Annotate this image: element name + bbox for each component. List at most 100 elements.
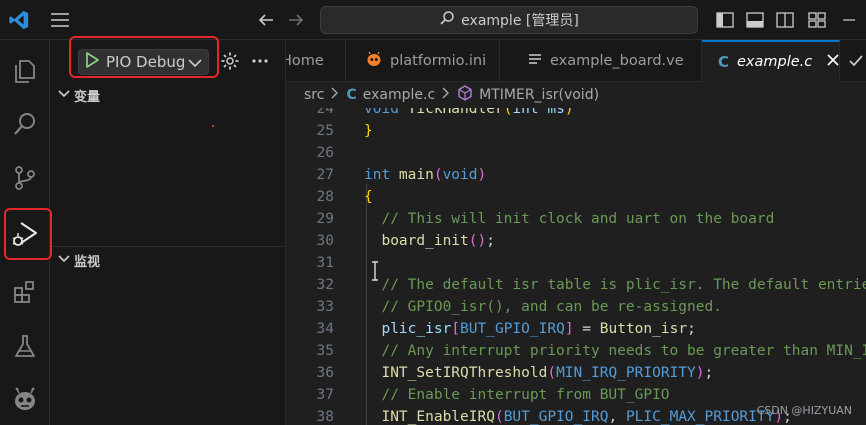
line-number: 33 [316, 299, 334, 315]
code-line[interactable]: 29 // This will init clock and uart on t… [286, 208, 866, 230]
breadcrumb-file[interactable]: example.c [363, 87, 435, 103]
back-arrow-icon[interactable] [254, 8, 278, 32]
open-launch-json-gear-icon[interactable] [220, 51, 240, 75]
code-text: // This will init clock and uart on the … [364, 208, 774, 230]
code-token: int [364, 167, 399, 183]
watch-section-title: 监视 [74, 254, 101, 270]
toggle-secondary-sidebar-icon[interactable] [774, 8, 796, 32]
explorer-icon[interactable] [0, 46, 50, 94]
code-token: } [364, 123, 373, 139]
variables-section-title: 变量 [74, 89, 101, 105]
code-token: MIN_IRQ_PRIORITY [556, 365, 696, 381]
toggle-sidebar-icon[interactable] [714, 8, 736, 32]
function-cube-icon [457, 85, 473, 105]
code-text: // The default isr table is plic_isr. Th… [364, 274, 866, 296]
code-token: ; [687, 321, 696, 337]
red-dot-marker [212, 125, 214, 127]
code-token: board_init [381, 233, 469, 249]
code-line[interactable]: 37 // Enable interrupt from BUT_GPIO [286, 384, 866, 406]
code-line[interactable]: 25} [286, 120, 866, 142]
code-text: // Any interrupt priority needs to be gr… [364, 340, 866, 362]
run-and-debug-icon[interactable] [0, 210, 50, 258]
code-line[interactable]: 28 { [286, 186, 866, 208]
tab-home[interactable]: Home [286, 40, 346, 82]
code-text: INT_EnableIRQ(BUT_GPIO_IRQ, PLIC_MAX_PRI… [364, 406, 791, 425]
code-line[interactable]: 31 [286, 252, 866, 274]
variables-section-header[interactable]: 变量 [50, 84, 286, 106]
debug-config-dropdown[interactable]: PIO Debug [78, 49, 209, 75]
tab-example-c-label: example.c [737, 54, 813, 70]
search-icon[interactable] [0, 100, 50, 148]
code-text: } [364, 120, 373, 142]
title-bar: example [管理员] [0, 0, 866, 40]
code-line[interactable]: 33 // GPIO0_isr(), and can be re-assigne… [286, 296, 866, 318]
breadcrumb-folder[interactable]: src [304, 87, 324, 103]
start-debugging-icon[interactable] [82, 50, 102, 74]
line-number: 28 [316, 189, 334, 205]
code-line[interactable]: 24 void TickHandler(int ms) [286, 108, 866, 120]
tab-platformio-ini[interactable]: platformio.ini [348, 40, 500, 82]
line-number: 24 [316, 108, 334, 117]
close-tab-icon[interactable] [826, 53, 839, 71]
code-token: ) [564, 108, 574, 117]
code-text: // GPIO0_isr(), and can be re-assigned. [364, 296, 721, 318]
code-token: plic_isr [381, 321, 452, 337]
code-token: ) [477, 167, 487, 183]
checkmark-icon[interactable] [848, 53, 864, 73]
text-file-icon [528, 52, 542, 70]
platformio-alien-icon [366, 51, 382, 71]
code-token: // This will init clock and uart on the … [364, 211, 775, 227]
code-token: BUT_GPIO_IRQ [503, 409, 609, 425]
code-text: int main(void) [364, 164, 486, 186]
watch-section-header[interactable]: 监视 [50, 249, 286, 271]
line-number: 31 [316, 255, 334, 271]
line-number: 25 [316, 123, 334, 139]
code-token: // The default isr table is plic_isr. Th… [364, 277, 866, 293]
code-token: ( [494, 409, 504, 425]
code-editor[interactable]: 24 void TickHandler(int ms) 25} 26 27 int mai… [286, 108, 866, 425]
watermark: CSDN @HIZYUAN [756, 404, 852, 417]
tab-example-board-ve[interactable]: example_board.ve [502, 40, 702, 82]
code-text: board_init(); [364, 230, 495, 252]
run-debug-toolbar: PIO Debug [50, 40, 286, 82]
run-debug-sidebar: PIO Debug 变量 监视 [50, 40, 286, 425]
chevron-right-icon [330, 87, 340, 103]
source-control-icon[interactable] [0, 154, 50, 202]
breadcrumb-symbol[interactable]: MTIMER_isr(void) [479, 87, 599, 103]
code-token: TickHandler [407, 108, 504, 117]
platformio-alien-icon[interactable] [0, 376, 50, 424]
forward-arrow-icon[interactable] [284, 8, 308, 32]
minimize-icon[interactable] [838, 8, 860, 32]
vscode-logo-icon [6, 8, 32, 32]
code-token: , [608, 409, 626, 425]
editor-tab-bar: Home platformio.ini example_board.ve C e… [286, 40, 866, 82]
c-language-icon: C [718, 53, 730, 71]
chevron-down-icon [188, 53, 202, 72]
customize-layout-icon[interactable] [806, 8, 828, 32]
code-line[interactable]: 26 [286, 142, 866, 164]
toggle-panel-icon[interactable] [744, 8, 766, 32]
code-token: BUT_GPIO_IRQ [460, 321, 565, 337]
extensions-icon[interactable] [0, 268, 50, 316]
command-center-search[interactable]: example [管理员] [320, 6, 698, 34]
code-line[interactable]: 27 int main(void) [286, 164, 866, 186]
line-number: 34 [316, 321, 334, 337]
menu-icon[interactable] [48, 8, 72, 32]
code-line[interactable]: 30 board_init(); [286, 230, 866, 252]
code-token: main [398, 167, 434, 183]
tab-example-c[interactable]: C example.c [702, 40, 840, 82]
activity-bar [0, 40, 50, 425]
more-actions-icon[interactable] [250, 51, 270, 75]
code-line[interactable]: 32 // The default isr table is plic_isr.… [286, 274, 866, 296]
line-number: 27 [316, 167, 334, 183]
code-token: INT_EnableIRQ [381, 409, 495, 425]
code-line[interactable]: 35 // Any interrupt priority needs to be… [286, 340, 866, 362]
testing-flask-icon[interactable] [0, 322, 50, 370]
code-text: INT_SetIRQThreshold(MIN_IRQ_PRIORITY); [364, 362, 713, 384]
code-line[interactable]: 36 INT_SetIRQThreshold(MIN_IRQ_PRIORITY)… [286, 362, 866, 384]
code-token: ] [564, 321, 574, 337]
line-number: 38 [316, 409, 334, 425]
code-line[interactable]: 34 plic_isr[BUT_GPIO_IRQ] = Button_isr; [286, 318, 866, 340]
